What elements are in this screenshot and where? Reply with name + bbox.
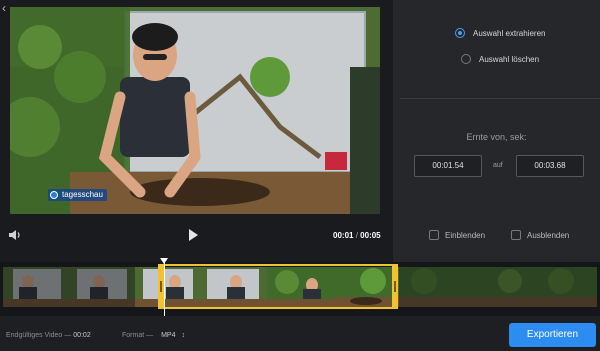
- thumbnail-frame: [465, 267, 531, 307]
- format-value[interactable]: MP4: [161, 332, 175, 339]
- watermark-badge: tagesschau: [48, 189, 107, 201]
- extract-label: Auswahl extrahieren: [473, 28, 546, 38]
- export-button[interactable]: Exportieren: [509, 323, 596, 347]
- start-time-field[interactable]: 00:01.54: [414, 155, 482, 177]
- options-panel: [393, 0, 600, 262]
- video-preview: tagesschau: [10, 7, 380, 214]
- volume-icon[interactable]: [8, 228, 22, 242]
- final-video-duration: 00:02: [73, 332, 91, 339]
- time-separator: /: [355, 231, 358, 240]
- play-icon[interactable]: [186, 228, 200, 242]
- thumbnail-frame: [69, 267, 135, 307]
- range-to-word: auf: [493, 162, 503, 169]
- total-time: 00:05: [360, 231, 381, 240]
- fade-out-option[interactable]: Ausblenden: [511, 230, 569, 240]
- final-video-info: Endgültiges Video — 00:02: [6, 332, 91, 339]
- delete-label: Auswahl löschen: [479, 54, 540, 64]
- playhead[interactable]: [164, 258, 165, 319]
- selection-end-handle[interactable]: [392, 264, 398, 309]
- fade-out-checkbox[interactable]: [511, 230, 521, 240]
- thumbnail-frame: [531, 267, 597, 307]
- selection-range[interactable]: [158, 264, 398, 309]
- fade-in-option[interactable]: Einblenden: [429, 230, 485, 240]
- current-time: 00:01: [333, 231, 354, 240]
- fade-out-label: Ausblenden: [527, 230, 570, 240]
- format-selector[interactable]: Format — MP4 ↕: [122, 332, 185, 339]
- playhead-knob[interactable]: [160, 258, 168, 264]
- thumbnail-frame: [3, 267, 69, 307]
- final-video-label: Endgültiges Video —: [6, 332, 72, 339]
- delete-radio[interactable]: [461, 54, 471, 64]
- format-label: Format —: [122, 332, 154, 339]
- end-time-field[interactable]: 00:03.68: [516, 155, 584, 177]
- harvest-range-label: Ernte von, sek:: [466, 132, 527, 142]
- watermark-text: tagesschau: [62, 190, 103, 199]
- options-divider: [400, 98, 600, 99]
- sort-arrows-icon[interactable]: ↕: [181, 332, 185, 339]
- delete-selection-option[interactable]: Auswahl löschen: [461, 54, 539, 64]
- extract-selection-option[interactable]: Auswahl extrahieren: [455, 28, 545, 38]
- thumbnail-frame: [399, 267, 465, 307]
- tagesschau-logo-icon: [50, 191, 58, 199]
- fade-in-checkbox[interactable]: [429, 230, 439, 240]
- video-frame-image: [10, 7, 380, 214]
- fade-in-label: Einblenden: [445, 230, 486, 240]
- extract-radio[interactable]: [455, 28, 465, 38]
- time-display: 00:01 / 00:05: [333, 231, 381, 240]
